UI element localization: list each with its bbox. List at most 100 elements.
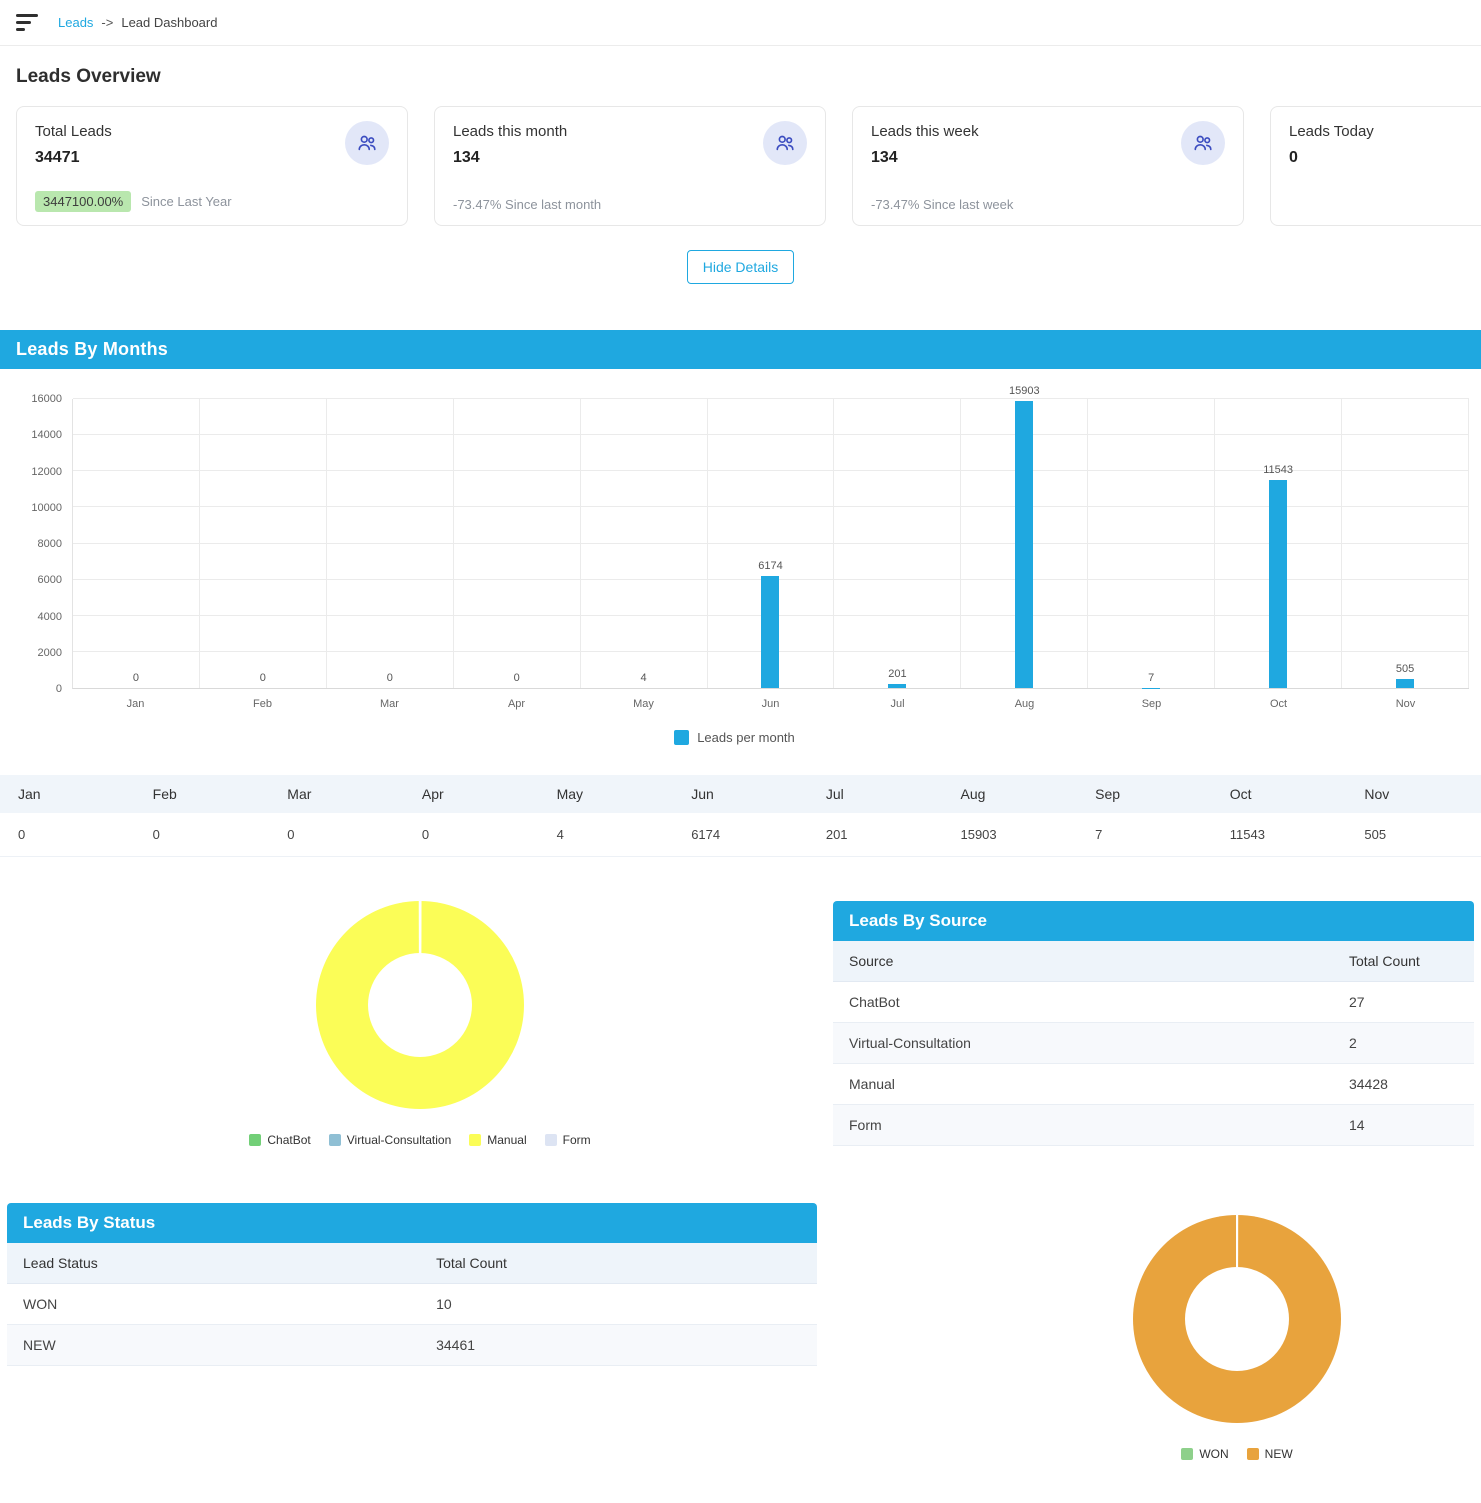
- hide-details-button[interactable]: Hide Details: [687, 250, 794, 284]
- people-icon: [345, 121, 389, 165]
- y-tick-label: 10000: [31, 502, 62, 514]
- months-table-header-cell: Feb: [135, 775, 270, 813]
- x-axis-label-apr: Apr: [453, 689, 580, 710]
- leads-by-status-panel: Leads By Status Lead Status Total Count …: [7, 1203, 817, 1461]
- donut-hole: [1185, 1267, 1289, 1371]
- months-table-value-cell: 15903: [942, 813, 1077, 857]
- stat-card-value: 134: [871, 149, 1225, 167]
- legend-swatch-icon: [469, 1134, 481, 1146]
- bar-value-label: 4: [641, 672, 647, 684]
- bar-column-aug: 15903: [961, 399, 1088, 688]
- legend-item-virtual-consultation: Virtual-Consultation: [329, 1133, 452, 1147]
- leads-by-source-header: Leads By Source: [833, 901, 1474, 941]
- months-table-value-cell: 6174: [673, 813, 808, 857]
- months-table-value-cell: 0: [0, 813, 135, 857]
- legend-swatch-icon: [329, 1134, 341, 1146]
- months-table-value-cell: 0: [404, 813, 539, 857]
- stat-card-subtext: -73.47% Since last month: [453, 197, 601, 212]
- bar-value-label: 6174: [758, 560, 782, 572]
- legend-swatch-icon: [1181, 1448, 1193, 1460]
- x-axis: JanFebMarAprMayJunJulAugSepOctNov: [72, 689, 1469, 710]
- months-table-header-cell: Aug: [942, 775, 1077, 813]
- leads-by-source-panel: Leads By Source Source Total Count ChatB…: [833, 901, 1474, 1147]
- x-axis-label-sep: Sep: [1088, 689, 1215, 710]
- months-table-value-cell: 0: [135, 813, 270, 857]
- x-axis-label-nov: Nov: [1342, 689, 1469, 710]
- stat-card-label: Leads this month: [453, 123, 807, 140]
- column-header: Total Count: [1333, 941, 1474, 981]
- column-header: Lead Status: [7, 1243, 420, 1283]
- table-row: Virtual-Consultation2: [833, 1023, 1474, 1064]
- bar-aug: [1015, 401, 1033, 688]
- bar-jun: [761, 576, 779, 688]
- legend-item-new: NEW: [1247, 1447, 1293, 1461]
- table-row: WON10: [7, 1284, 817, 1325]
- stat-card-label: Total Leads: [35, 123, 389, 140]
- stat-card-subtext: Since Last Year: [141, 194, 231, 209]
- stat-card-subtext: -73.47% Since last week: [871, 197, 1013, 212]
- table-cell: WON: [7, 1284, 420, 1324]
- bar-column-mar: 0: [327, 399, 454, 688]
- months-table-value-cell: 0: [269, 813, 404, 857]
- y-tick-label: 12000: [31, 466, 62, 478]
- people-icon: [1181, 121, 1225, 165]
- bar-jul: [888, 684, 906, 688]
- stat-card-label: Leads this week: [871, 123, 1225, 140]
- table-row: Manual34428: [833, 1064, 1474, 1105]
- top-bar: Leads -> Lead Dashboard: [0, 0, 1481, 46]
- page-title: Leads Overview: [8, 66, 1473, 88]
- y-tick-label: 14000: [31, 429, 62, 441]
- y-axis: 0200040006000800010000120001400016000: [0, 399, 72, 689]
- bar-oct: [1269, 480, 1287, 688]
- bar-column-jun: 6174: [708, 399, 835, 688]
- legend-swatch-icon: [674, 730, 689, 745]
- bar-column-apr: 0: [454, 399, 581, 688]
- x-axis-label-may: May: [580, 689, 707, 710]
- table-cell: Virtual-Consultation: [833, 1023, 1333, 1063]
- table-row: ChatBot27: [833, 982, 1474, 1023]
- table-header-row: Source Total Count: [833, 941, 1474, 982]
- leads-by-months-chart: 0200040006000800010000120001400016000 00…: [0, 369, 1481, 745]
- chart-legend: Leads per month: [0, 730, 1469, 745]
- x-axis-label-oct: Oct: [1215, 689, 1342, 710]
- bar-column-may: 4: [581, 399, 708, 688]
- y-tick-label: 2000: [38, 647, 62, 659]
- y-tick-label: 0: [56, 683, 62, 695]
- legend-label: Leads per month: [697, 730, 795, 745]
- x-axis-label-jun: Jun: [707, 689, 834, 710]
- people-icon: [763, 121, 807, 165]
- stat-card-leads-today: Leads Today 0: [1270, 106, 1481, 226]
- bar-value-label: 15903: [1009, 385, 1040, 397]
- months-table-header-cell: Jun: [673, 775, 808, 813]
- donut-hole: [368, 953, 472, 1057]
- legend-item-form: Form: [545, 1133, 591, 1147]
- months-table-value-cell: 505: [1346, 813, 1481, 857]
- table-cell: ChatBot: [833, 982, 1333, 1022]
- percent-badge: 3447100.00%: [35, 191, 131, 212]
- table-cell: 10: [420, 1284, 817, 1324]
- months-table-header-cell: Mar: [269, 775, 404, 813]
- breadcrumb-leads-link[interactable]: Leads: [58, 15, 93, 30]
- x-axis-label-jul: Jul: [834, 689, 961, 710]
- months-table-header-cell: Oct: [1212, 775, 1347, 813]
- x-axis-label-jan: Jan: [72, 689, 199, 710]
- bar-value-label: 0: [133, 672, 139, 684]
- table-cell: 27: [1333, 982, 1474, 1022]
- leads-by-months-header: Leads By Months: [0, 330, 1481, 369]
- x-axis-label-mar: Mar: [326, 689, 453, 710]
- y-tick-label: 6000: [38, 574, 62, 586]
- y-tick-label: 4000: [38, 611, 62, 623]
- bar-value-label: 0: [514, 672, 520, 684]
- table-cell: NEW: [7, 1325, 420, 1365]
- leads-by-source-table: Source Total Count ChatBot27Virtual-Cons…: [833, 941, 1474, 1146]
- table-header-row: Lead Status Total Count: [7, 1243, 817, 1284]
- stat-card-value: 0: [1289, 149, 1481, 167]
- menu-icon[interactable]: [16, 14, 38, 31]
- y-tick-label: 16000: [31, 393, 62, 405]
- leads-by-source-donut-chart: [316, 901, 524, 1109]
- months-table-values-row: 00004617420115903711543505: [0, 813, 1481, 857]
- x-axis-label-feb: Feb: [199, 689, 326, 710]
- bar-value-label: 11543: [1263, 464, 1293, 476]
- months-table-value-cell: 7: [1077, 813, 1212, 857]
- bar-column-sep: 7: [1088, 399, 1215, 688]
